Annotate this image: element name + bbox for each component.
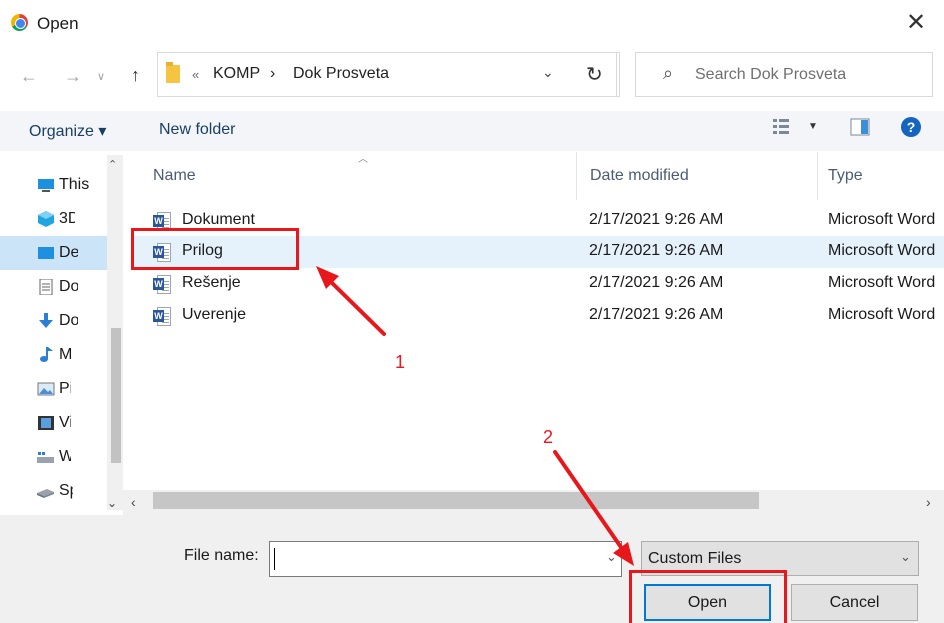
annotation-arrow-2 <box>553 450 627 555</box>
annotation-arrow-1 <box>325 276 386 336</box>
annotation-arrows <box>316 266 634 566</box>
annotation-arrowhead-2 <box>613 542 634 566</box>
